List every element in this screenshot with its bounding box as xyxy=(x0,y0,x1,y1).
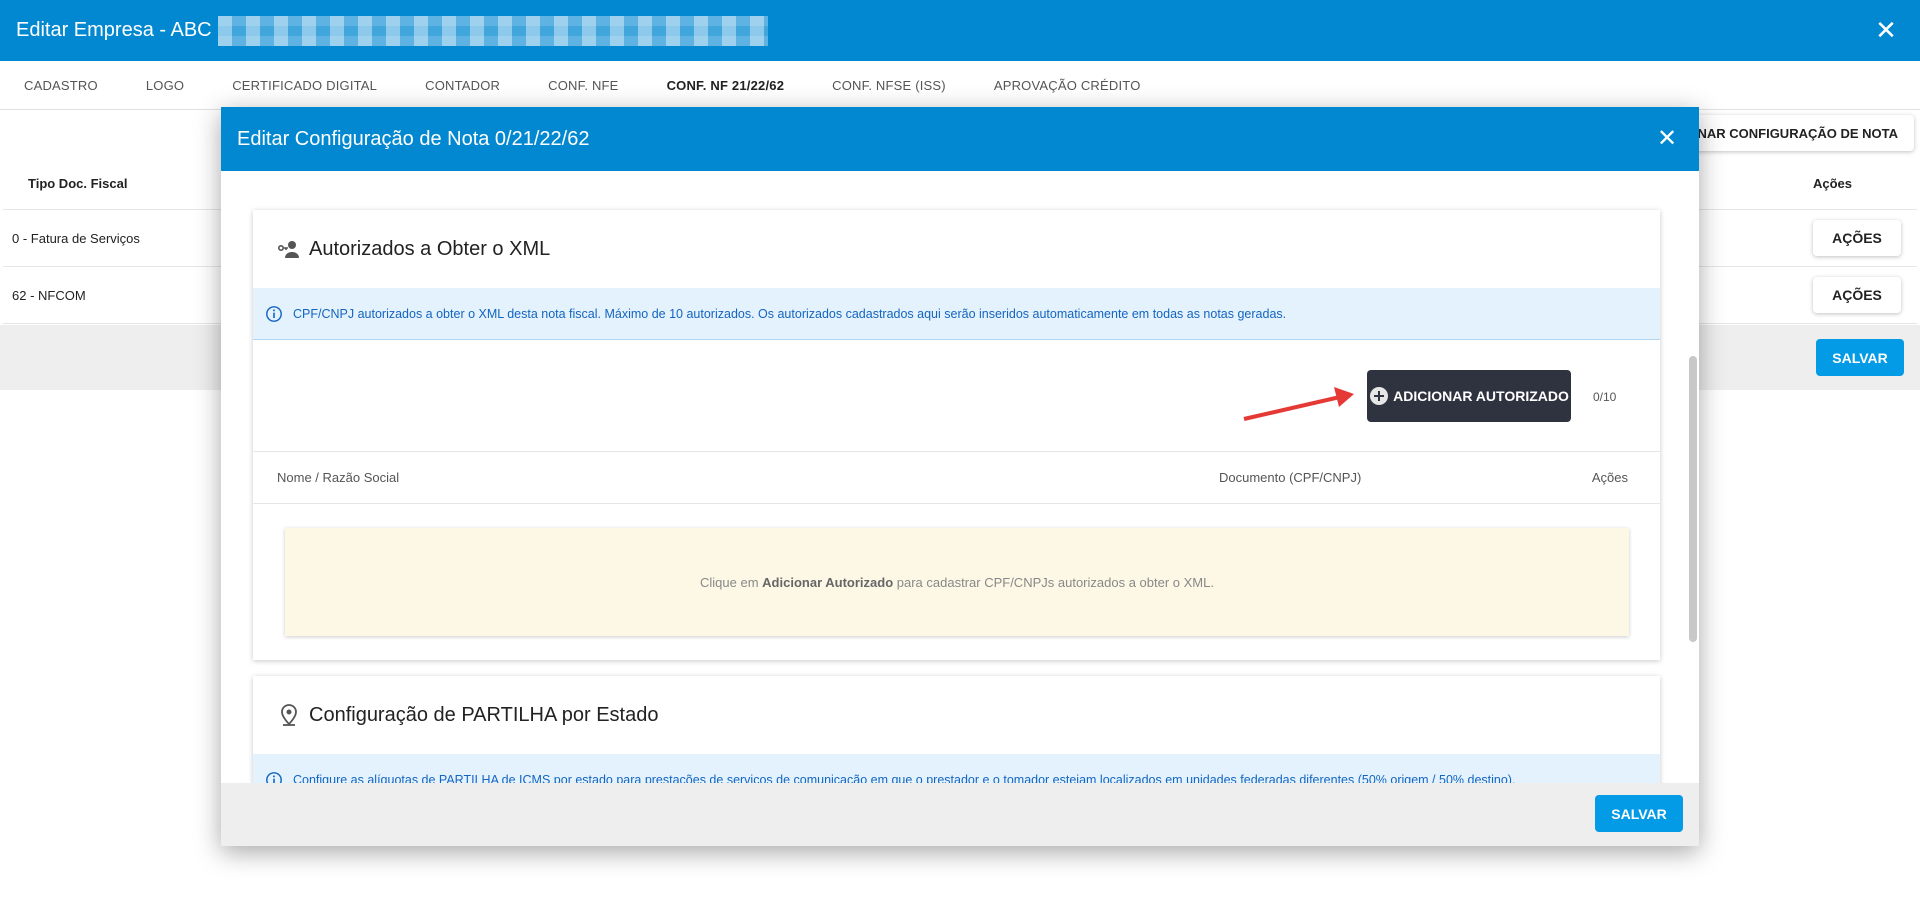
info-text: CPF/CNPJ autorizados a obter o XML desta… xyxy=(293,306,1287,321)
empty-bold: Adicionar Autorizado xyxy=(762,574,894,590)
key-person-icon xyxy=(277,241,299,258)
tab-conf-nfe[interactable]: CONF. NFE xyxy=(524,78,642,93)
authorized-counter: 0/10 xyxy=(1593,390,1617,404)
info-text: Configure as alíquotas de PARTILHA de IC… xyxy=(293,772,1516,784)
card-header: Configuração de PARTILHA por Estado xyxy=(253,676,1660,754)
location-pin-icon xyxy=(281,704,297,726)
tab-conf-nf-21-22-62[interactable]: CONF. NF 21/22/62 xyxy=(643,78,809,93)
modal-footer: SALVAR xyxy=(221,783,1699,846)
modal-header: Editar Configuração de Nota 0/21/22/62 ✕ xyxy=(221,107,1699,171)
col-documento: Documento (CPF/CNPJ) xyxy=(1219,470,1362,485)
col-acoes: Ações xyxy=(1591,470,1628,485)
card-header: Autorizados a Obter o XML xyxy=(253,210,1660,288)
partilha-card: Configuração de PARTILHA por Estado Conf… xyxy=(253,676,1660,783)
modal-title: Editar Configuração de Nota 0/21/22/62 xyxy=(237,127,590,150)
tab-aprovacao-credito[interactable]: APROVAÇÃO CRÉDITO xyxy=(970,78,1165,93)
app-title: Editar Empresa - ABC xyxy=(16,19,212,41)
add-configuration-button[interactable]: ONAR CONFIGURAÇÃO DE NOTA xyxy=(1675,115,1914,151)
app-header: Editar Empresa - ABC ✕ xyxy=(0,0,1920,61)
empty-state: Clique em Adicionar Autorizado para cada… xyxy=(285,528,1629,636)
card-title: Autorizados a Obter o XML xyxy=(309,237,551,260)
authorized-table-header: Nome / Razão Social Documento (CPF/CNPJ)… xyxy=(253,452,1660,504)
row-actions-button[interactable]: AÇÕES xyxy=(1813,277,1901,313)
tab-bar: CADASTRO LOGO CERTIFICADO DIGITAL CONTAD… xyxy=(0,61,1920,110)
tab-cadastro[interactable]: CADASTRO xyxy=(0,78,122,93)
close-icon[interactable]: ✕ xyxy=(1651,123,1683,155)
add-authorized-label: ADICIONAR AUTORIZADO xyxy=(1393,388,1569,404)
tab-certificado-digital[interactable]: CERTIFICADO DIGITAL xyxy=(208,78,401,93)
tab-conf-nfse[interactable]: CONF. NFSE (ISS) xyxy=(808,78,970,93)
background-save-button[interactable]: SALVAR xyxy=(1816,339,1904,376)
col-acoes: Ações xyxy=(1812,176,1852,191)
authorized-xml-card: Autorizados a Obter o XML CPF/CNPJ autor… xyxy=(253,210,1660,660)
action-row: ADICIONAR AUTORIZADO 0/10 xyxy=(253,340,1660,452)
save-button[interactable]: SALVAR xyxy=(1595,795,1683,832)
info-banner: Configure as alíquotas de PARTILHA de IC… xyxy=(253,754,1660,783)
tab-contador[interactable]: CONTADOR xyxy=(401,78,524,93)
info-banner: CPF/CNPJ autorizados a obter o XML desta… xyxy=(253,288,1660,340)
row-tipo: 0 - Fatura de Serviços xyxy=(12,230,140,246)
add-circle-icon xyxy=(1370,387,1389,405)
info-icon xyxy=(266,305,282,322)
edit-config-modal: Editar Configuração de Nota 0/21/22/62 ✕… xyxy=(221,107,1699,846)
empty-prefix: Clique em xyxy=(700,574,759,590)
info-icon xyxy=(266,771,282,783)
modal-body[interactable]: Autorizados a Obter o XML CPF/CNPJ autor… xyxy=(221,171,1699,783)
close-icon[interactable]: ✕ xyxy=(1870,14,1902,46)
add-authorized-button[interactable]: ADICIONAR AUTORIZADO xyxy=(1367,370,1571,422)
tab-logo[interactable]: LOGO xyxy=(122,78,208,93)
red-arrow-icon xyxy=(1243,387,1354,421)
empty-suffix: para cadastrar CPF/CNPJs autorizados a o… xyxy=(896,574,1214,590)
row-actions-button[interactable]: AÇÕES xyxy=(1813,220,1901,256)
row-tipo: 62 - NFCOM xyxy=(12,287,86,303)
card-title: Configuração de PARTILHA por Estado xyxy=(309,703,659,726)
scrollbar[interactable] xyxy=(1689,356,1697,642)
col-nome: Nome / Razão Social xyxy=(277,470,400,485)
redacted-company-name xyxy=(217,15,768,46)
